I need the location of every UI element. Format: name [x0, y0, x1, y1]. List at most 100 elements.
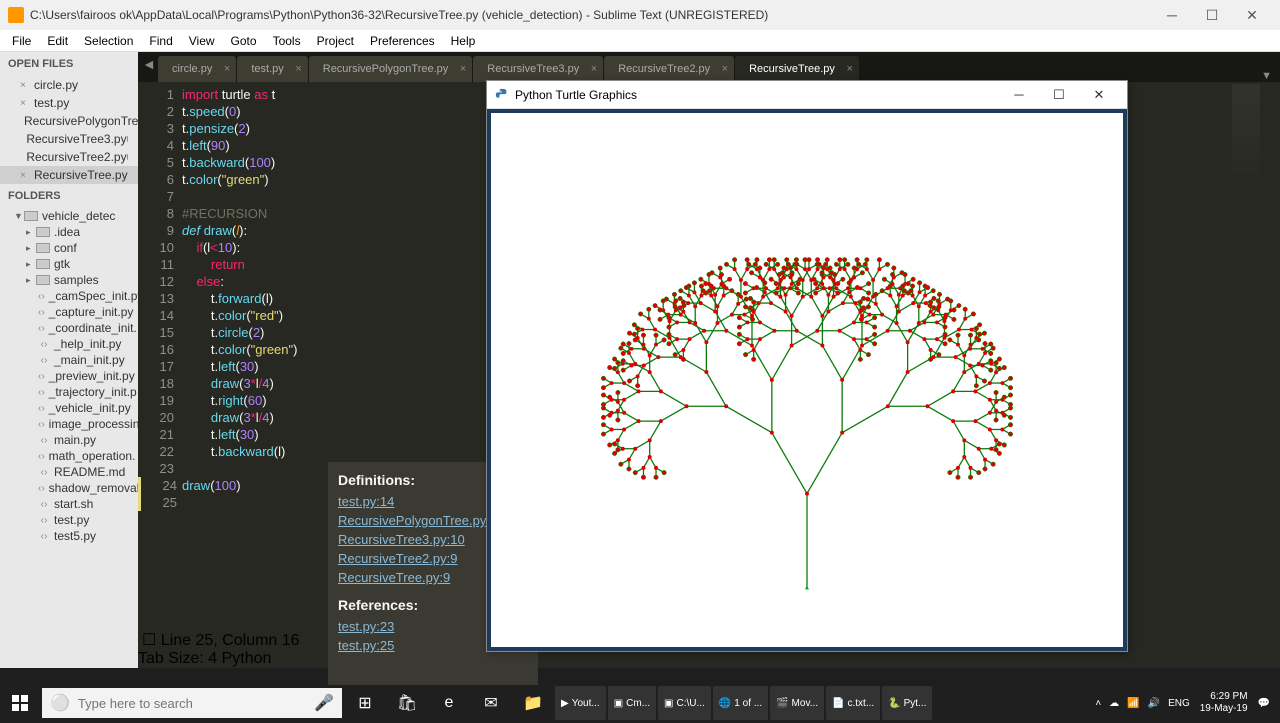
app-icon [8, 7, 24, 23]
folder-item[interactable]: ▸.idea [0, 224, 138, 240]
folder-root[interactable]: ▼vehicle_detec [0, 208, 138, 224]
file-item[interactable]: ‹›main.py [0, 432, 138, 448]
tab-RecursivePolygonTreepy[interactable]: RecursivePolygonTree.py× [309, 56, 473, 82]
turtle-minimize[interactable]: ─ [999, 87, 1039, 102]
onedrive-icon[interactable]: ☁ [1105, 698, 1123, 709]
tab-close-icon[interactable]: × [722, 63, 728, 75]
store-icon[interactable]: 🛍 [386, 686, 428, 720]
file-item[interactable]: ‹›_preview_init.py [0, 368, 138, 384]
file-item[interactable]: ‹›_main_init.py [0, 352, 138, 368]
close-icon[interactable]: × [20, 98, 30, 109]
open-files-header: OPEN FILES [0, 52, 138, 76]
menu-edit[interactable]: Edit [39, 32, 76, 50]
openfile-item[interactable]: RecursivePolygonTree.py [0, 112, 138, 130]
taskbar-app[interactable]: ▣Cm... [608, 686, 656, 720]
clock[interactable]: 6:29 PM 19-May-19 [1194, 691, 1254, 715]
tab-close-icon[interactable]: × [846, 63, 852, 75]
turtle-canvas [487, 109, 1127, 651]
tab-testpy[interactable]: test.py× [237, 56, 307, 82]
file-item[interactable]: ‹›test5.py [0, 528, 138, 544]
close-button[interactable]: ✕ [1232, 0, 1272, 30]
turtle-maximize[interactable]: ☐ [1039, 87, 1079, 103]
taskbar-app[interactable]: ▶Yout... [555, 686, 606, 720]
mic-icon[interactable]: 🎤 [314, 693, 334, 713]
taskbar: ⚪ 🎤 ⊞ 🛍 e ✉ 📁 ▶Yout...▣Cm...▣C:\U...🌐1 o… [0, 686, 1280, 720]
menu-find[interactable]: Find [141, 32, 180, 50]
menu-view[interactable]: View [181, 32, 223, 50]
openfile-item[interactable]: ×test.py [0, 94, 138, 112]
search-box[interactable]: ⚪ 🎤 [42, 688, 342, 718]
file-item[interactable]: ‹›_vehicle_init.py [0, 400, 138, 416]
folder-item[interactable]: ▸conf [0, 240, 138, 256]
taskbar-app[interactable]: 🎬Mov... [770, 686, 824, 720]
window-title: C:\Users\fairoos ok\AppData\Local\Progra… [30, 8, 768, 22]
turtle-titlebar[interactable]: Python Turtle Graphics ─ ☐ ✕ [487, 81, 1127, 109]
file-item[interactable]: ‹›_coordinate_init. [0, 320, 138, 336]
tab-close-icon[interactable]: × [295, 63, 301, 75]
wifi-icon[interactable]: 📶 [1123, 698, 1143, 709]
minimap[interactable] [1232, 84, 1260, 174]
tabbar: circle.py×test.py×RecursivePolygonTree.p… [138, 52, 1280, 82]
file-item[interactable]: ‹›_camSpec_init.py [0, 288, 138, 304]
language-indicator[interactable]: ENG [1164, 698, 1194, 709]
tab-close-icon[interactable]: × [591, 63, 597, 75]
menu-help[interactable]: Help [443, 32, 484, 50]
turtle-window[interactable]: Python Turtle Graphics ─ ☐ ✕ [486, 80, 1128, 652]
openfile-item[interactable]: ×circle.py [0, 76, 138, 94]
tab-menu-icon[interactable]: ▼ [1261, 70, 1272, 82]
file-item[interactable]: ‹›test.py [0, 512, 138, 528]
taskbar-app[interactable]: 📄c.txt... [826, 686, 880, 720]
file-item[interactable]: ‹›README.md [0, 464, 138, 480]
start-button[interactable] [0, 686, 40, 720]
menu-project[interactable]: Project [309, 32, 362, 50]
folder-item[interactable]: ▸gtk [0, 256, 138, 272]
minimize-button[interactable]: ─ [1152, 0, 1192, 30]
tab-RecursiveTree3py[interactable]: RecursiveTree3.py× [473, 56, 603, 82]
folders-header: FOLDERS [0, 184, 138, 208]
search-input[interactable] [78, 696, 314, 711]
system-tray: ˄ ☁ 📶 🔊 ENG 6:29 PM 19-May-19 💬 [1085, 691, 1280, 715]
status-cursor[interactable]: Line 25, Column 16 [161, 632, 300, 649]
file-item[interactable]: ‹›_capture_init.py [0, 304, 138, 320]
volume-icon[interactable]: 🔊 [1144, 698, 1164, 709]
nav-back-icon[interactable]: ◄ [142, 56, 156, 72]
openfile-item[interactable]: RecursiveTree3.py [0, 130, 138, 148]
file-item[interactable]: ‹›_help_init.py [0, 336, 138, 352]
mail-icon[interactable]: ✉ [470, 686, 512, 720]
edge-icon[interactable]: e [428, 686, 470, 720]
taskbar-app[interactable]: 🐍Pyt... [882, 686, 932, 720]
file-item[interactable]: ‹›start.sh [0, 496, 138, 512]
file-item[interactable]: ‹›shadow_removal [0, 480, 138, 496]
menu-selection[interactable]: Selection [76, 32, 141, 50]
file-item[interactable]: ‹›image_processing [0, 416, 138, 432]
notifications-icon[interactable]: 💬 [1254, 698, 1274, 709]
taskbar-app[interactable]: ▣C:\U... [658, 686, 711, 720]
openfile-item[interactable]: ×RecursiveTree.py [0, 166, 138, 184]
close-icon[interactable]: × [20, 170, 30, 181]
explorer-icon[interactable]: 📁 [512, 686, 554, 720]
menu-goto[interactable]: Goto [223, 32, 265, 50]
file-item[interactable]: ‹›_trajectory_init.p [0, 384, 138, 400]
tab-circlepy[interactable]: circle.py× [158, 56, 236, 82]
folder-item[interactable]: ▸samples [0, 272, 138, 288]
sidebar: OPEN FILES ×circle.py×test.pyRecursivePo… [0, 52, 138, 668]
python-icon [495, 88, 509, 102]
tab-RecursiveTree2py[interactable]: RecursiveTree2.py× [604, 56, 734, 82]
tab-RecursiveTreepy[interactable]: RecursiveTree.py× [735, 56, 859, 82]
file-item[interactable]: ‹›math_operation. [0, 448, 138, 464]
maximize-button[interactable]: ☐ [1192, 0, 1232, 30]
menu-tools[interactable]: Tools [265, 32, 309, 50]
window-titlebar: C:\Users\fairoos ok\AppData\Local\Progra… [0, 0, 1280, 30]
status-language[interactable]: Python [222, 650, 272, 667]
taskbar-app[interactable]: 🌐1 of ... [713, 686, 768, 720]
menu-preferences[interactable]: Preferences [362, 32, 443, 50]
turtle-close[interactable]: ✕ [1079, 87, 1119, 103]
close-icon[interactable]: × [20, 80, 30, 91]
tab-close-icon[interactable]: × [460, 63, 466, 75]
tray-up-icon[interactable]: ˄ [1091, 698, 1105, 709]
openfile-item[interactable]: RecursiveTree2.py [0, 148, 138, 166]
status-tabsize[interactable]: Tab Size: 4 [138, 650, 217, 667]
tab-close-icon[interactable]: × [224, 63, 230, 75]
menu-file[interactable]: File [4, 32, 39, 50]
task-view-icon[interactable]: ⊞ [344, 686, 386, 720]
